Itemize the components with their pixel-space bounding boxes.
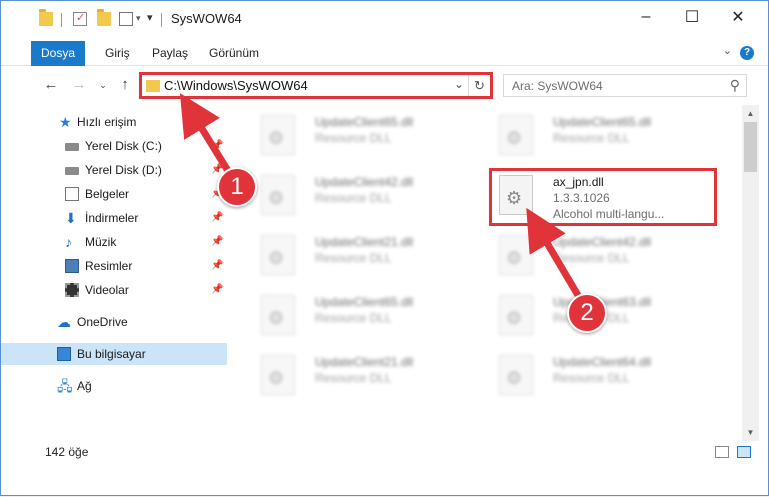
annotation-arrows (179, 93, 583, 301)
arrow-to-file (526, 207, 583, 301)
step-badge-2: 2 (567, 293, 607, 333)
step-badge-1: 1 (217, 167, 257, 207)
explorer-window: ✓ ▾ ▾ SysWOW64 – ☐ ✕ Dosya Giriş Paylaş … (0, 0, 769, 496)
